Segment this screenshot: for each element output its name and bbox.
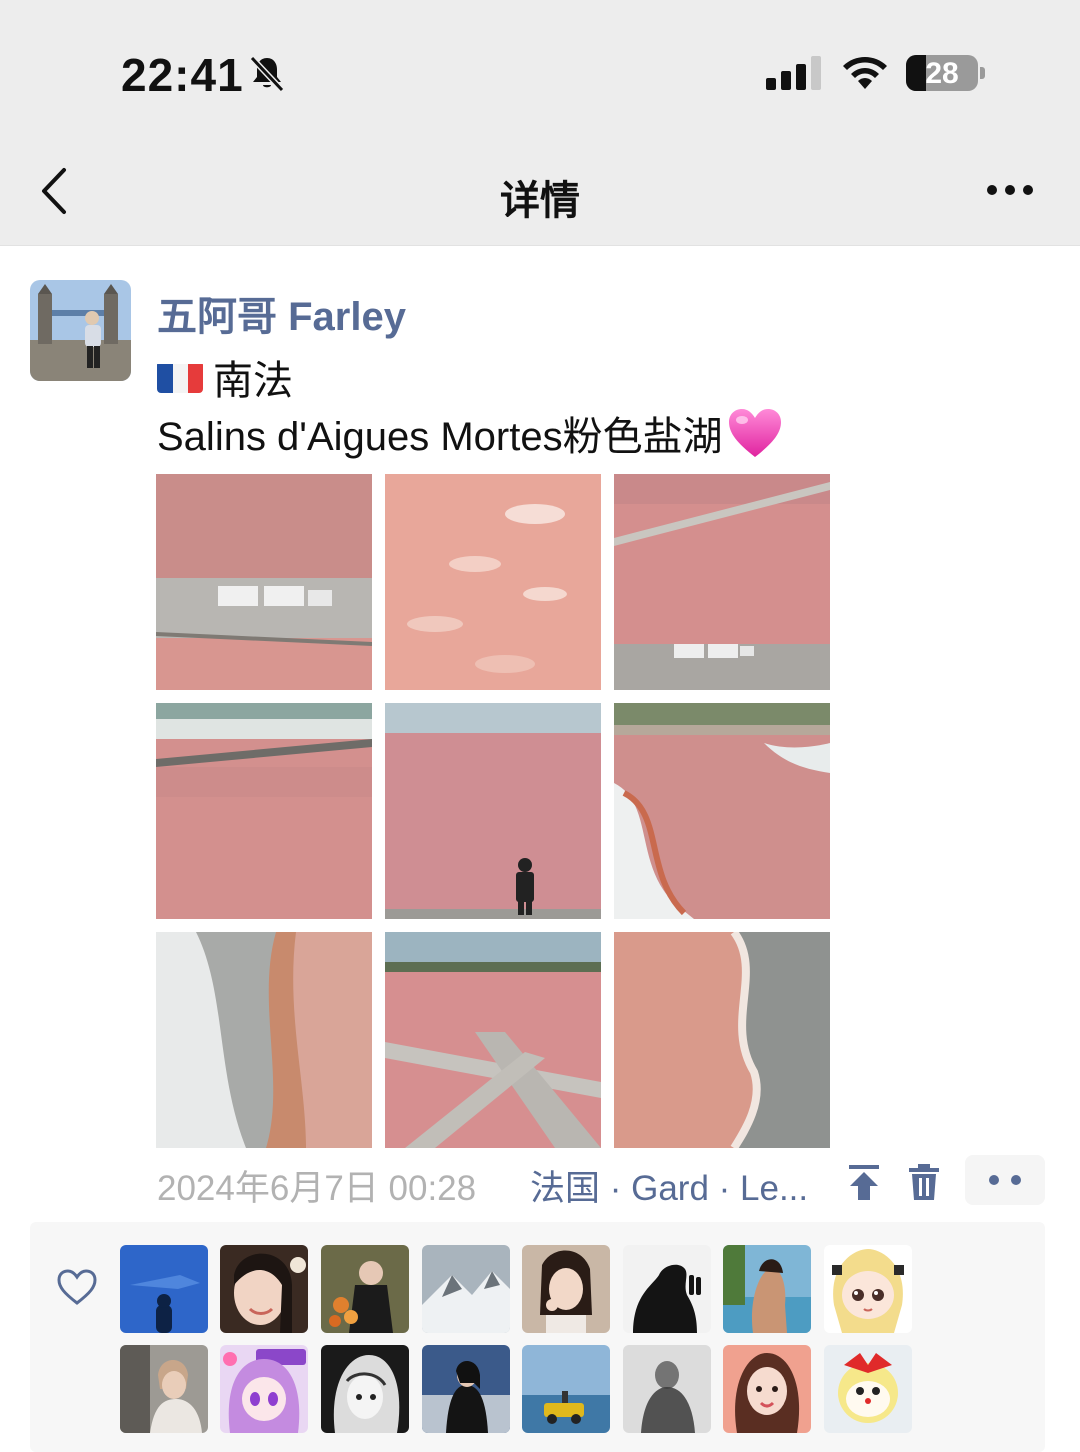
liker-avatar[interactable] — [522, 1245, 610, 1333]
liker-avatar[interactable] — [321, 1245, 409, 1333]
heart-outline-icon — [57, 1269, 97, 1305]
more-dots-icon[interactable] — [984, 180, 1036, 200]
photo-8[interactable] — [385, 932, 601, 1148]
photo-grid — [156, 474, 830, 1148]
status-time: 22:41 — [121, 49, 244, 101]
liker-avatar[interactable] — [723, 1345, 811, 1433]
pink-heart-emoji — [728, 409, 781, 457]
photo-2[interactable] — [385, 474, 601, 690]
post-text-line-2: Salins d'Aigues Mortes粉色盐湖 — [157, 404, 783, 462]
nav-bar: 详情 — [0, 130, 1080, 246]
photo-7[interactable] — [156, 932, 372, 1148]
battery-percent: 28 — [925, 57, 959, 90]
france-flag-emoji — [157, 361, 203, 393]
bell-muted-icon — [249, 55, 285, 92]
battery-tip — [980, 67, 985, 79]
trash-icon[interactable] — [906, 1162, 942, 1202]
photo-9[interactable] — [614, 932, 830, 1148]
photo-3[interactable] — [614, 474, 830, 690]
post-text-line-1: 南法 — [157, 348, 293, 406]
liker-avatar[interactable] — [623, 1345, 711, 1433]
author-name[interactable]: 五阿哥 Farley — [157, 284, 406, 342]
liker-avatar[interactable] — [422, 1345, 510, 1433]
status-bar: 22:41 28 — [0, 0, 1080, 130]
post-more-button[interactable] — [965, 1155, 1045, 1205]
liker-avatar[interactable] — [120, 1245, 208, 1333]
liker-avatar[interactable] — [220, 1345, 308, 1433]
more-dots-icon — [989, 1175, 1021, 1185]
cellular-signal-icon — [766, 56, 821, 90]
photo-6[interactable] — [614, 703, 830, 919]
post-timestamp: 2024年6月7日 00:28 — [157, 1169, 477, 1208]
likes-panel — [30, 1222, 1045, 1452]
photo-1[interactable] — [156, 474, 372, 690]
page-title: 详情 — [500, 179, 580, 223]
author-avatar[interactable] — [30, 280, 131, 381]
liker-avatar[interactable] — [824, 1245, 912, 1333]
pin-top-icon[interactable] — [846, 1162, 882, 1202]
liker-avatar[interactable] — [220, 1245, 308, 1333]
wifi-icon — [843, 57, 887, 89]
battery-shell: 28 — [906, 55, 978, 91]
liker-avatar[interactable] — [522, 1345, 610, 1433]
liker-avatar[interactable] — [120, 1345, 208, 1433]
battery-icon: 28 — [906, 55, 986, 91]
liker-avatar[interactable] — [321, 1345, 409, 1433]
post-text-2: Salins d'Aigues Mortes粉色盐湖 — [157, 415, 723, 459]
post-location[interactable]: 法国 · Gard · Le... — [530, 1160, 808, 1211]
photo-5[interactable] — [385, 703, 601, 919]
post-text-1: 南法 — [213, 359, 293, 403]
photo-4[interactable] — [156, 703, 372, 919]
liker-avatar[interactable] — [824, 1345, 912, 1433]
liker-avatar[interactable] — [723, 1245, 811, 1333]
liker-avatar[interactable] — [422, 1245, 510, 1333]
liker-avatar[interactable] — [623, 1245, 711, 1333]
